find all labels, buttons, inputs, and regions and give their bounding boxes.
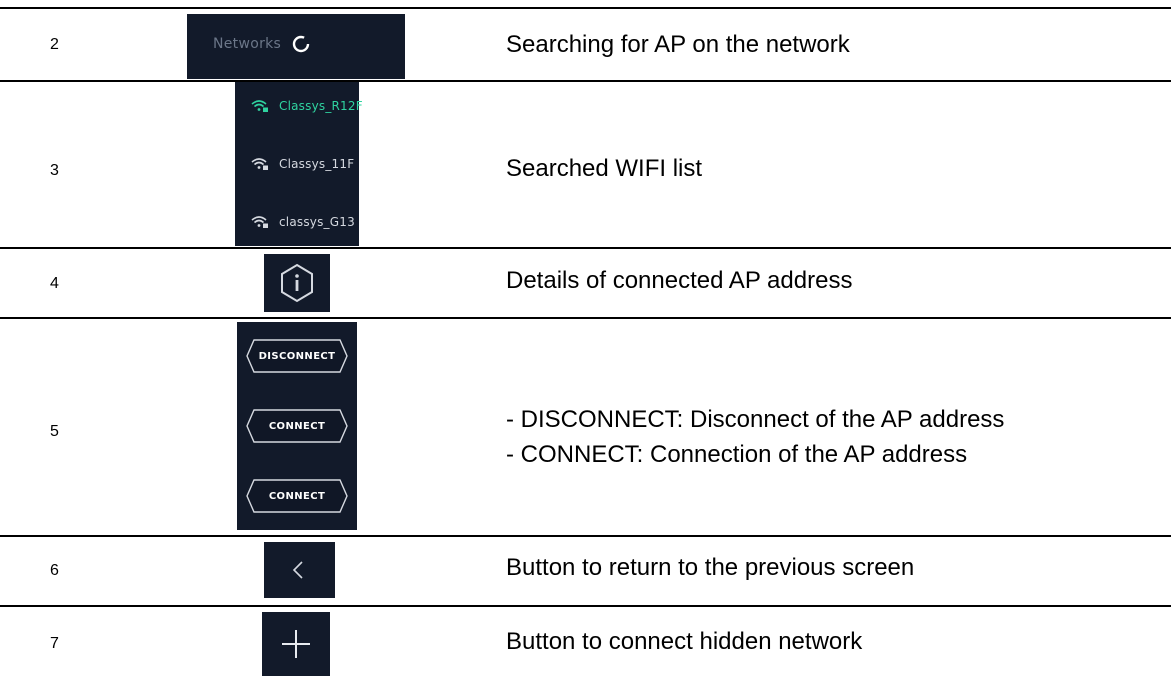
button-label: CONNECT	[268, 490, 326, 502]
wifi-list-item[interactable]: classys_G13	[251, 210, 355, 234]
plus-icon[interactable]	[279, 627, 313, 661]
info-button-panel[interactable]	[264, 254, 330, 312]
spinner-icon	[292, 35, 310, 53]
wifi-network-name: classys_G13	[279, 215, 355, 229]
wifi-network-name: Classys_11F	[279, 157, 355, 171]
disconnect-button[interactable]: DISCONNECT	[245, 338, 349, 374]
table-row: 4 Details of connected AP address	[0, 249, 1171, 316]
wifi-list-item[interactable]: Classys_11F	[251, 152, 354, 176]
row-description: Searched WIFI list	[506, 155, 703, 182]
back-button-panel[interactable]	[264, 542, 335, 598]
row-number: 3	[50, 162, 59, 179]
wifi-list-item[interactable]: Classys_R12F	[251, 94, 363, 118]
chevron-left-icon[interactable]	[288, 558, 310, 582]
row-number: 4	[50, 275, 59, 292]
row-description: Button to return to the previous screen	[506, 554, 915, 581]
row-description: Searching for AP on the network	[506, 31, 850, 58]
button-label: DISCONNECT	[258, 350, 336, 362]
button-label: CONNECT	[268, 420, 326, 432]
row-number: 5	[50, 423, 59, 440]
networks-label: Networks	[213, 36, 282, 52]
wifi-network-name: Classys_R12F	[279, 99, 363, 113]
table-row: 5 DISCONNECT CONNECT CONNECT - DISCONNEC…	[0, 319, 1171, 534]
row-description-line: - CONNECT: Connection of the AP address	[506, 441, 968, 468]
wifi-lock-icon	[251, 216, 268, 228]
row-description: Details of connected AP address	[506, 267, 853, 294]
row-number: 7	[50, 635, 59, 652]
connect-buttons-panel: DISCONNECT CONNECT CONNECT	[237, 322, 357, 530]
wifi-lock-icon	[251, 158, 268, 170]
row-description-line: - DISCONNECT: Disconnect of the AP addre…	[506, 406, 1005, 433]
table-row: 3 Classys_R12F Classys_11F classys_G13 S…	[0, 82, 1171, 246]
wifi-list-panel[interactable]: Classys_R12F Classys_11F classys_G13	[235, 82, 363, 246]
table-row: 6 Button to return to the previous scree…	[0, 537, 1171, 604]
networks-searching-panel: Networks	[187, 14, 405, 79]
row-number: 6	[50, 562, 59, 579]
table-row: 2 Networks Searching for AP on the netwo…	[0, 9, 1171, 79]
connect-button[interactable]: CONNECT	[245, 408, 349, 444]
add-network-button-panel[interactable]	[262, 612, 330, 676]
table-row: 7 Button to connect hidden network	[0, 607, 1171, 679]
info-hexagon-icon[interactable]	[276, 262, 318, 304]
connect-button[interactable]: CONNECT	[245, 478, 349, 514]
row-description: Button to connect hidden network	[506, 628, 863, 655]
wifi-lock-icon	[251, 100, 268, 112]
row-number: 2	[50, 36, 59, 53]
